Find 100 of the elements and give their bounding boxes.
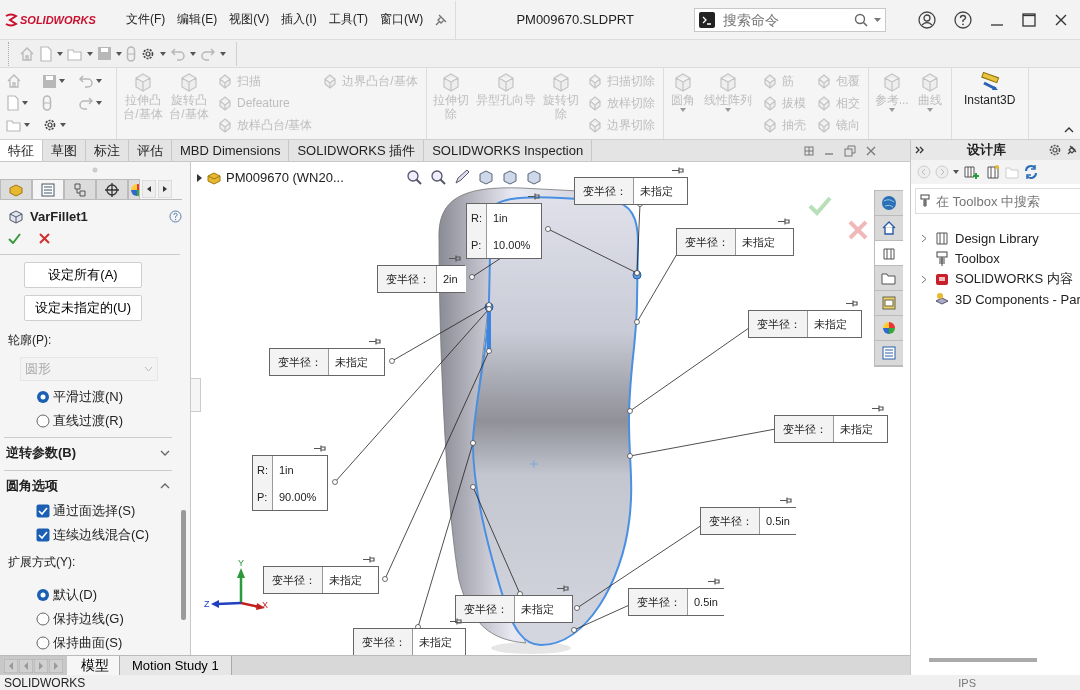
task-pane-tab[interactable] [875,216,903,241]
caret-icon[interactable] [24,123,30,127]
tree-item[interactable]: PM009670 (WN20... [226,170,344,185]
confirm-check-icon[interactable] [808,196,832,216]
caret-icon[interactable] [190,51,196,56]
caret-icon[interactable] [59,79,65,83]
tab[interactable]: 模型 [67,656,120,675]
caret-icon[interactable] [953,170,959,174]
dimension-callout[interactable]: 变半径： 未指定 [269,348,385,376]
search-bar[interactable]: 搜索命令 [694,7,886,32]
tab[interactable]: Motion Study 1 [120,656,232,675]
pin-icon[interactable] [1067,145,1077,155]
panel-tab[interactable] [96,178,128,200]
button[interactable]: 设定所有(A) [24,262,142,288]
library-icon[interactable] [985,164,1001,180]
pin-icon[interactable] [557,585,569,592]
pin-icon[interactable] [528,193,540,200]
menu-item[interactable]: 工具(T) [328,9,368,30]
callout-value[interactable]: 1in [487,204,541,231]
pin-icon[interactable] [369,338,381,345]
caret-icon[interactable] [96,101,102,105]
cancel-x-icon[interactable] [39,233,50,244]
task-pane-tab[interactable] [875,266,903,291]
tree-item[interactable]: Design Library [911,228,1080,249]
dimension-callout[interactable]: 变半径： 0.5in [628,588,724,616]
button[interactable]: 设定未指定的(U) [24,295,142,321]
toolbar-button[interactable]: Instant3D [957,70,1022,137]
tab[interactable]: 特征 [0,140,43,161]
double-chevron-icon[interactable] [915,146,925,154]
pin-icon[interactable] [846,300,858,307]
chevron-down-icon[interactable] [160,450,170,456]
dimension-callout[interactable]: 变半径： 未指定 [574,177,688,205]
dimension-callout[interactable]: 变半径： 未指定 [263,566,379,594]
pin-icon[interactable] [450,618,462,625]
user-icon[interactable] [918,10,936,29]
panel-tab[interactable] [128,178,140,200]
panel-collapse-handle[interactable] [191,378,201,412]
pin-icon[interactable] [672,167,684,174]
callout-value[interactable]: 90.00% [273,483,327,510]
menu-item[interactable]: 插入(I) [281,9,317,30]
radio-button[interactable] [36,390,50,404]
tree-item[interactable]: 3D Components - Par [911,289,1080,310]
caret-icon[interactable] [874,17,881,22]
callout-value[interactable]: 未指定 [515,596,572,622]
callout-value[interactable]: 未指定 [323,567,378,593]
checkbox[interactable] [36,528,50,542]
caret-icon[interactable] [22,101,28,105]
units-label[interactable]: IPS [958,676,976,689]
pin-icon[interactable] [435,13,448,26]
chevron-right-icon[interactable] [921,274,927,284]
scroll-left-icon[interactable] [142,180,156,198]
maximize-icon[interactable] [1022,12,1036,27]
pin-icon[interactable] [780,497,792,504]
section-title[interactable]: 逆转参数(B) [6,444,77,462]
ruler-icon[interactable] [978,72,1001,92]
refresh-icon[interactable] [1023,164,1039,180]
menu-item[interactable]: 编辑(E) [177,9,218,30]
caret-icon[interactable] [116,51,122,56]
dimension-callout[interactable]: R: 1in P: 10.00% [466,203,542,259]
settings-icon[interactable] [42,117,58,133]
help-icon[interactable] [954,10,972,29]
task-pane-tab[interactable] [875,191,903,216]
restore-icon[interactable] [844,144,856,157]
callout-value[interactable]: 未指定 [413,629,465,655]
tree-item[interactable]: Toolbox [911,248,1080,269]
caret-icon[interactable] [60,123,66,127]
task-pane-tab[interactable] [875,316,903,341]
radio-button[interactable] [36,414,50,428]
ok-check-icon[interactable] [8,233,21,244]
dimension-callout[interactable]: 变半径： 0.5in [700,507,796,535]
scroll-right-icon[interactable] [158,180,172,198]
task-pane-tab[interactable] [875,291,903,316]
settings-icon[interactable] [1047,142,1063,158]
pin-icon[interactable] [363,556,375,563]
grip-icon[interactable] [92,167,98,174]
callout-value[interactable]: 未指定 [736,229,793,255]
radio-button[interactable] [36,588,50,602]
callout-value[interactable]: 1in [273,456,327,483]
callout-value[interactable]: 0.5in [760,508,798,534]
callout-value[interactable]: 2in [437,266,466,292]
task-pane-tab[interactable] [875,341,903,366]
pin-icon[interactable] [314,445,326,452]
dimension-callout[interactable]: R: 1in P: 90.00% [252,455,328,511]
zoom-icon[interactable] [405,168,423,186]
callout-value[interactable]: 未指定 [634,178,687,204]
dimension-callout[interactable]: 变半径： 2in [377,265,465,293]
search-icon[interactable] [854,12,868,27]
radio-button[interactable] [36,636,50,650]
search-bar[interactable]: 在 Toolbox 中搜索 [915,188,1080,214]
callout-value[interactable]: 未指定 [808,311,861,337]
callout-value[interactable]: 未指定 [834,416,887,442]
caret-icon[interactable] [160,51,166,56]
pin-icon[interactable] [708,578,720,585]
caret-icon[interactable] [87,51,93,56]
checkbox[interactable] [36,504,50,518]
pin-icon[interactable] [872,405,884,412]
library-add-icon[interactable] [963,164,981,180]
scrollbar[interactable] [181,510,186,620]
section-title[interactable]: 圆角选项 [6,477,58,495]
close-icon[interactable] [1054,12,1068,27]
